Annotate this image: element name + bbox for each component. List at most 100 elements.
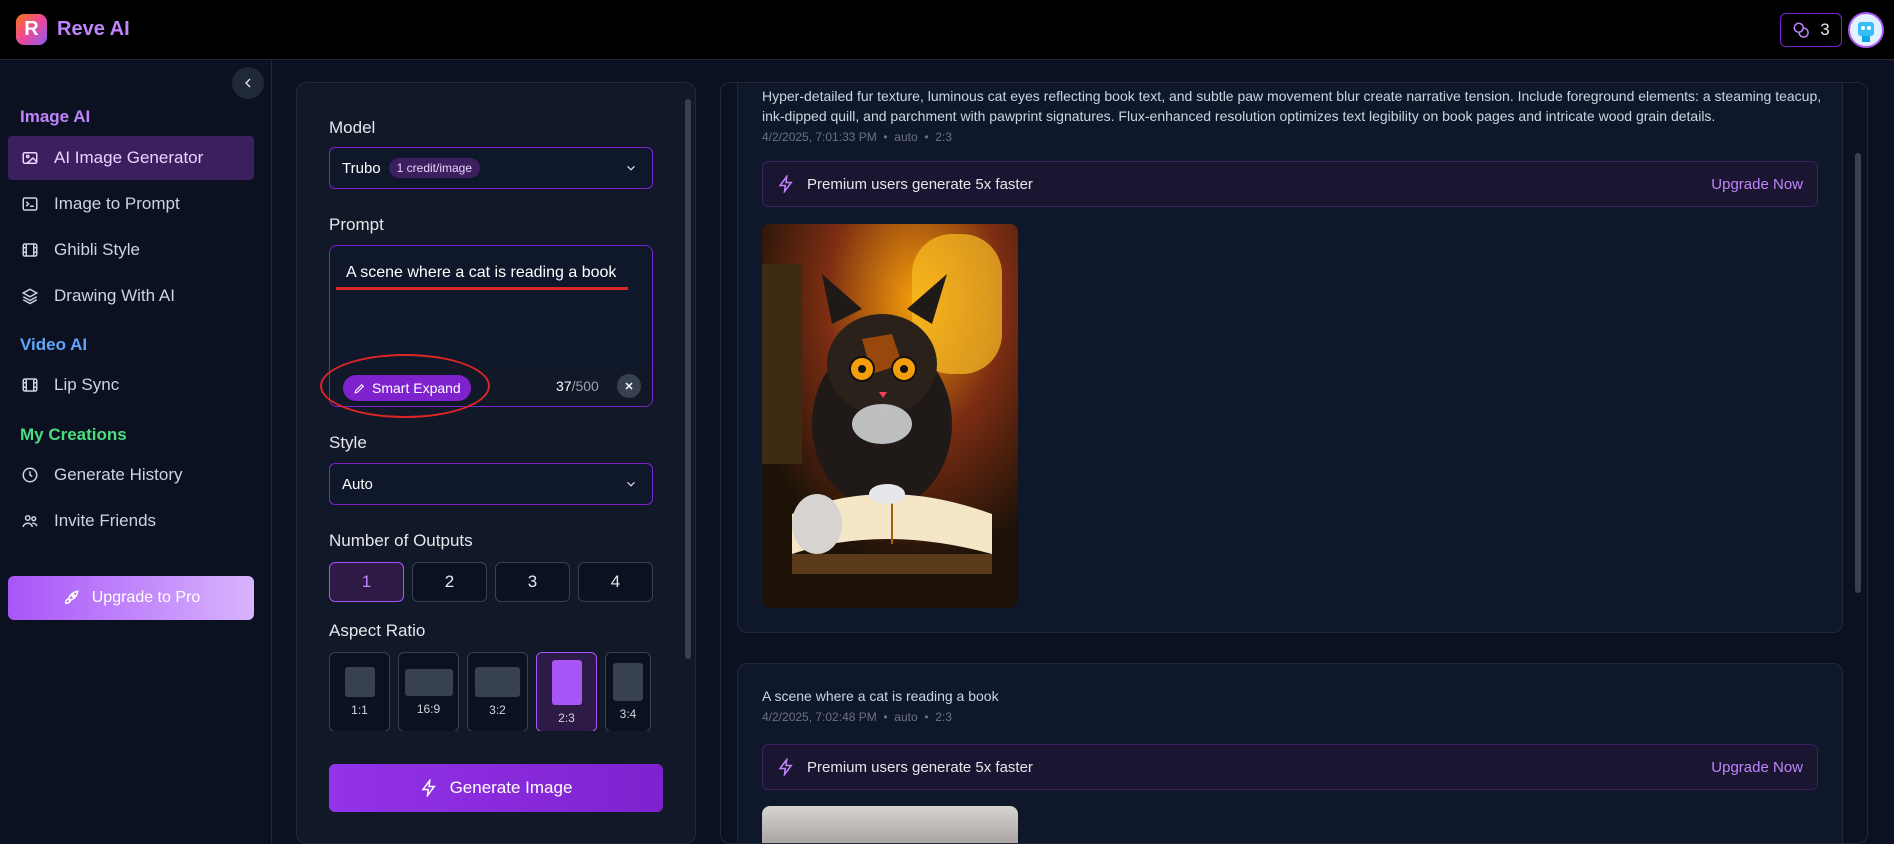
- ratio-shape: [344, 667, 375, 697]
- sidebar-item-generate-history[interactable]: Generate History: [8, 453, 254, 497]
- outputs-label: Number of Outputs: [329, 531, 473, 550]
- logo-mark: R: [16, 14, 47, 45]
- sidebar-item-label: Drawing With AI: [54, 286, 175, 305]
- generator-form: Model Trubo 1 credit/image Prompt A scen…: [296, 82, 696, 844]
- result-meta: 4/2/2025, 7:01:33 PM • auto • 2:3: [762, 130, 952, 144]
- meta-separator: •: [924, 710, 929, 724]
- generate-label: Generate Image: [449, 778, 573, 797]
- char-max: /500: [571, 378, 599, 394]
- sidebar-item-image-to-prompt[interactable]: Image to Prompt: [8, 182, 254, 226]
- aspect-option-3-2[interactable]: 3:2: [467, 652, 528, 731]
- sidebar-item-ai-image-generator[interactable]: AI Image Generator: [8, 136, 254, 180]
- results-panel[interactable]: Hyper-detailed fur texture, luminous cat…: [720, 82, 1868, 844]
- meta-separator: •: [883, 710, 888, 724]
- sidebar-item-lip-sync[interactable]: Lip Sync: [8, 363, 254, 407]
- result-prompt: Hyper-detailed fur texture, luminous cat…: [762, 88, 1822, 124]
- result-timestamp: 4/2/2025, 7:01:33 PM: [762, 130, 877, 144]
- form-scrollbar[interactable]: [685, 91, 691, 731]
- premium-banner: Premium users generate 5x faster Upgrade…: [762, 744, 1818, 790]
- result-style: auto: [894, 130, 918, 144]
- char-count: 37: [556, 378, 572, 394]
- sidebar-item-label: Ghibli Style: [54, 240, 140, 259]
- sidebar-item-drawing-with-ai[interactable]: Drawing With AI: [8, 274, 254, 318]
- app-name: Reve AI: [57, 18, 130, 40]
- avatar[interactable]: [1848, 11, 1884, 48]
- terminal-icon: [20, 194, 40, 214]
- upgrade-now-link[interactable]: Upgrade Now: [1711, 759, 1803, 776]
- sidebar-item-invite-friends[interactable]: Invite Friends: [8, 499, 254, 543]
- style-label: Style: [329, 433, 367, 452]
- bolt-icon: [421, 779, 436, 797]
- sidebar-item-ghibli-style[interactable]: Ghibli Style: [8, 228, 254, 272]
- film-icon: [20, 375, 40, 395]
- credit-badge: 1 credit/image: [388, 158, 481, 178]
- model-select[interactable]: Trubo 1 credit/image: [329, 147, 653, 189]
- clear-prompt-button[interactable]: [617, 374, 641, 398]
- bolt-icon: [778, 758, 793, 776]
- ratio-label: 3:2: [489, 703, 506, 717]
- result-timestamp: 4/2/2025, 7:02:48 PM: [762, 710, 877, 724]
- output-option-3[interactable]: 3: [495, 562, 570, 602]
- top-bar: R Reve AI 3: [0, 0, 1894, 60]
- premium-text: Premium users generate 5x faster: [807, 175, 1033, 193]
- users-icon: [20, 511, 40, 531]
- result-meta: 4/2/2025, 7:02:48 PM • auto • 2:3: [762, 710, 952, 724]
- annotation-circle: [320, 354, 490, 418]
- bolt-icon: [778, 175, 793, 193]
- cat-reading-image: [762, 224, 1018, 608]
- robot-avatar-icon: [1858, 21, 1874, 42]
- aspect-option-2-3[interactable]: 2:3: [536, 652, 597, 731]
- ratio-label: 2:3: [558, 710, 575, 725]
- prompt-label: Prompt: [329, 215, 384, 234]
- results-scrollbar[interactable]: [1855, 153, 1861, 593]
- layers-icon: [20, 286, 40, 306]
- sidebar-item-label: AI Image Generator: [54, 148, 204, 167]
- upgrade-label: Upgrade to Pro: [91, 589, 201, 606]
- output-option-2[interactable]: 2: [412, 562, 487, 602]
- form-scroll-thumb[interactable]: [685, 99, 691, 659]
- ratio-shape: [613, 663, 643, 701]
- output-option-1[interactable]: 1: [329, 562, 404, 602]
- chevron-down-icon: [627, 481, 635, 487]
- ratio-shape: [551, 659, 582, 705]
- upgrade-now-link[interactable]: Upgrade Now: [1711, 176, 1803, 193]
- meta-separator: •: [924, 130, 929, 144]
- image-icon: [20, 148, 40, 168]
- result-card: Hyper-detailed fur texture, luminous cat…: [737, 83, 1843, 633]
- section-video-ai: Video AI: [20, 335, 88, 354]
- premium-banner: Premium users generate 5x faster Upgrade…: [762, 161, 1818, 207]
- clock-icon: [20, 465, 40, 485]
- style-value: Auto: [342, 475, 373, 493]
- aspect-option-16-9[interactable]: 16:9: [398, 652, 459, 731]
- char-counter: 37/500: [556, 378, 599, 394]
- style-select[interactable]: Auto: [329, 463, 653, 505]
- aspect-ratio-group: 1:1 16:9 3:2 2:3 3:4: [329, 652, 651, 731]
- logo[interactable]: R Reve AI: [16, 14, 130, 45]
- upgrade-to-pro-button[interactable]: Upgrade to Pro: [8, 576, 254, 620]
- close-icon: [625, 382, 633, 390]
- meta-separator: •: [883, 130, 888, 144]
- aspect-option-1-1[interactable]: 1:1: [329, 652, 390, 731]
- result-ratio: 2:3: [935, 710, 952, 724]
- credits-button[interactable]: 3: [1780, 12, 1842, 47]
- collapse-sidebar-button[interactable]: [232, 67, 264, 99]
- ratio-shape: [404, 668, 453, 696]
- ratio-label: 1:1: [351, 703, 368, 717]
- ratio-label: 16:9: [416, 701, 441, 716]
- chevron-down-icon: [627, 165, 635, 171]
- result-card: A scene where a cat is reading a book 4/…: [737, 663, 1843, 843]
- sidebar: Image AI AI Image Generator Image to Pro…: [0, 61, 272, 844]
- aspect-ratio-label: Aspect Ratio: [329, 621, 426, 640]
- generated-image[interactable]: [762, 806, 1018, 843]
- output-option-4[interactable]: 4: [578, 562, 653, 602]
- sidebar-item-label: Lip Sync: [54, 375, 120, 394]
- section-my-creations: My Creations: [20, 425, 127, 444]
- sidebar-item-label: Generate History: [54, 465, 183, 484]
- credits-count: 3: [1820, 19, 1830, 39]
- model-value: Trubo: [342, 159, 381, 177]
- aspect-option-3-4[interactable]: 3:4: [605, 652, 651, 731]
- section-image-ai: Image AI: [20, 107, 91, 126]
- generate-image-button[interactable]: Generate Image: [329, 764, 663, 812]
- generated-image[interactable]: [762, 224, 1018, 608]
- model-label: Model: [329, 118, 376, 137]
